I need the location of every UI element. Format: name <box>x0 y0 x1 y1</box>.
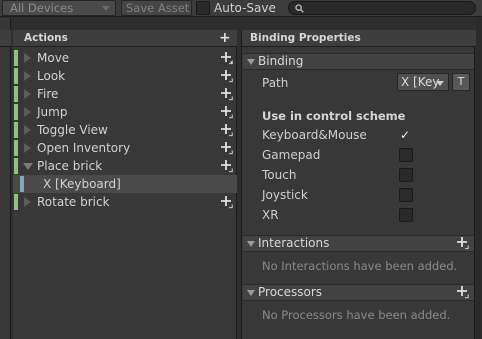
add-binding-icon[interactable] <box>220 141 234 155</box>
action-label: Open Inventory <box>37 141 131 155</box>
binding-properties-panel: Binding Properties Binding Path X [Keybo… <box>241 30 476 339</box>
action-row-fire[interactable]: Fire <box>13 85 237 103</box>
action-maps-header <box>0 30 11 47</box>
actions-panel: Actions + Move Look Fire Jump Toggle Vie… <box>13 30 237 339</box>
binding-color-bar <box>20 176 24 192</box>
action-label: Fire <box>37 87 59 101</box>
binding-properties-title: Binding Properties <box>250 32 361 44</box>
add-binding-icon[interactable] <box>220 69 234 83</box>
path-value: X [Keyboard] <box>401 75 439 89</box>
chevron-down-icon <box>247 290 255 296</box>
action-row-place-brick[interactable]: Place brick <box>13 157 237 175</box>
devices-dropdown[interactable]: All Devices <box>2 0 116 16</box>
processors-empty-note: No Processors have been added. <box>262 308 451 322</box>
search-icon <box>295 4 304 13</box>
auto-save-checkbox[interactable] <box>196 1 210 15</box>
binding-section-header[interactable]: Binding <box>243 53 474 70</box>
add-binding-icon[interactable] <box>220 195 234 209</box>
processors-section-title: Processors <box>258 285 323 299</box>
binding-section-title: Binding <box>258 54 304 68</box>
scheme-row-joystick: Joystick <box>262 187 462 203</box>
action-color-bar <box>14 86 18 102</box>
action-label: Toggle View <box>37 123 108 137</box>
action-color-bar <box>14 104 18 120</box>
action-row-toggle-view[interactable]: Toggle View <box>13 121 237 139</box>
processors-section-header[interactable]: Processors <box>243 284 474 301</box>
checkmark-icon[interactable]: ✓ <box>400 127 410 143</box>
scheme-row-gamepad: Gamepad <box>262 147 462 163</box>
add-interaction-icon[interactable] <box>456 236 470 250</box>
toolbar: All Devices Save Asset Auto-Save <box>0 0 482 17</box>
expand-arrow-icon[interactable] <box>24 53 31 63</box>
action-color-bar <box>14 68 18 84</box>
save-asset-button[interactable]: Save Asset <box>121 0 192 16</box>
action-color-bar <box>14 194 18 210</box>
interactions-empty-note: No Interactions have been added. <box>262 259 458 273</box>
action-maps-panel <box>0 18 11 339</box>
scheme-name: Keyboard&Mouse <box>262 128 367 142</box>
action-color-bar <box>14 158 18 174</box>
action-row-rotate-brick[interactable]: Rotate brick <box>13 193 237 211</box>
devices-dropdown-label: All Devices <box>10 1 74 15</box>
scheme-checkbox[interactable] <box>399 188 413 202</box>
binding-properties-header: Binding Properties <box>242 30 476 47</box>
chevron-down-icon <box>436 81 444 86</box>
action-label: Rotate brick <box>37 195 110 209</box>
expand-arrow-icon[interactable] <box>24 107 31 117</box>
add-action-button[interactable]: + <box>219 31 231 45</box>
scheme-name: Gamepad <box>262 148 321 162</box>
collapse-arrow-icon[interactable] <box>23 163 33 170</box>
auto-save-label: Auto-Save <box>214 1 276 15</box>
binding-label: X [Keyboard] <box>43 177 121 191</box>
scheme-row-xr: XR <box>262 207 462 223</box>
action-row-move[interactable]: Move <box>13 49 237 67</box>
scheme-checkbox[interactable] <box>399 208 413 222</box>
scheme-checkbox[interactable] <box>399 148 413 162</box>
action-label: Jump <box>37 105 68 119</box>
chevron-down-icon <box>247 241 255 247</box>
path-label: Path <box>262 76 289 90</box>
expand-arrow-icon[interactable] <box>24 71 31 81</box>
action-label: Place brick <box>37 159 103 173</box>
interactions-section-header[interactable]: Interactions <box>243 235 474 252</box>
add-processor-icon[interactable] <box>456 285 470 299</box>
action-row-look[interactable]: Look <box>13 67 237 85</box>
scheme-row-touch: Touch <box>262 167 462 183</box>
window-edge <box>476 18 482 339</box>
control-scheme-title: Use in control scheme <box>262 109 406 123</box>
chevron-down-icon <box>247 59 255 65</box>
action-label: Move <box>37 51 70 65</box>
scheme-row-keyboard-mouse: Keyboard&Mouse ✓ <box>262 127 462 143</box>
action-color-bar <box>14 140 18 156</box>
binding-row-x-keyboard[interactable]: X [Keyboard] <box>13 175 237 193</box>
scheme-name: Joystick <box>262 188 308 202</box>
add-binding-icon[interactable] <box>220 87 234 101</box>
scheme-name: XR <box>262 208 279 222</box>
expand-arrow-icon[interactable] <box>24 197 31 207</box>
action-row-jump[interactable]: Jump <box>13 103 237 121</box>
scheme-name: Touch <box>262 168 297 182</box>
search-input[interactable] <box>288 1 476 15</box>
action-color-bar <box>14 50 18 66</box>
actions-title: Actions <box>24 32 68 44</box>
expand-arrow-icon[interactable] <box>24 143 31 153</box>
action-label: Look <box>37 69 66 83</box>
actions-header: Actions + <box>13 30 237 47</box>
expand-arrow-icon[interactable] <box>24 125 31 135</box>
action-color-bar <box>14 122 18 138</box>
chevron-down-icon <box>102 6 110 11</box>
scheme-checkbox[interactable] <box>399 168 413 182</box>
add-binding-icon[interactable] <box>220 105 234 119</box>
expand-arrow-icon[interactable] <box>24 89 31 99</box>
action-row-open-inventory[interactable]: Open Inventory <box>13 139 237 157</box>
path-dropdown[interactable]: X [Keyboard] <box>397 73 449 91</box>
add-binding-icon[interactable] <box>220 51 234 65</box>
text-mode-button[interactable]: T <box>452 73 470 91</box>
interactions-section-title: Interactions <box>258 236 330 250</box>
add-binding-icon[interactable] <box>220 123 234 137</box>
add-binding-icon[interactable] <box>220 159 234 173</box>
